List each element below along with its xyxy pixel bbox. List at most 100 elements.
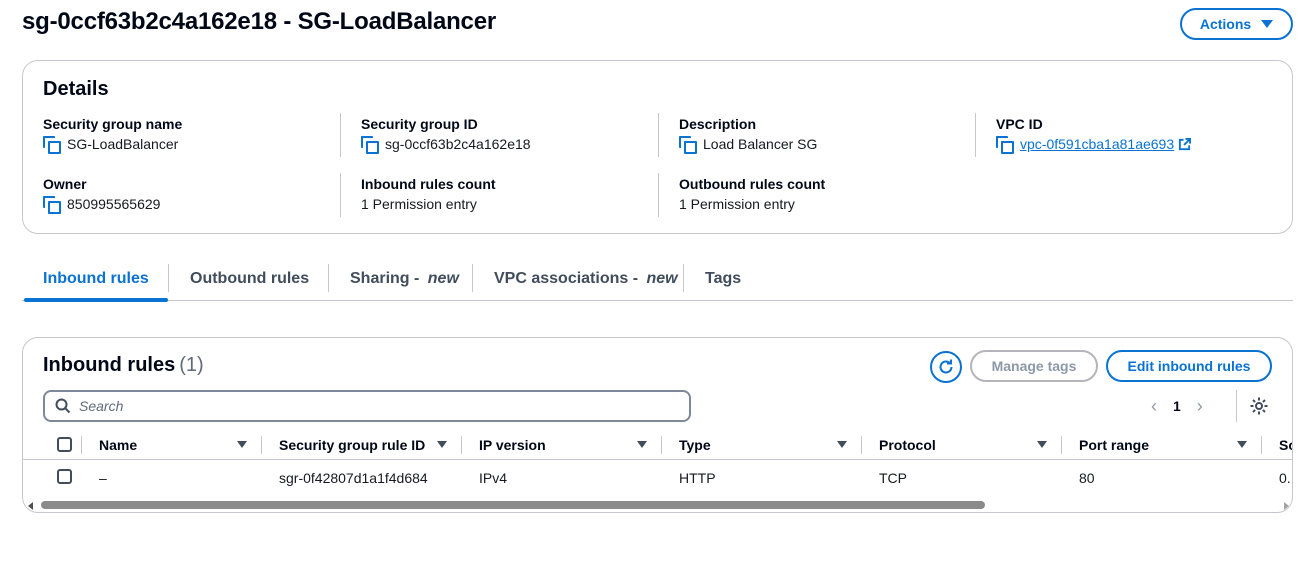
- sort-caret-icon[interactable]: [237, 441, 247, 448]
- copy-icon[interactable]: [43, 196, 61, 214]
- field-value: Load Balancer SG: [703, 136, 818, 152]
- scroll-right-icon[interactable]: [1284, 502, 1289, 510]
- column-separator: [1261, 436, 1262, 454]
- field-value: 1 Permission entry: [679, 196, 795, 212]
- field-inbound-count: Inbound rules count 1 Permission entry: [361, 175, 496, 213]
- tab-tags[interactable]: Tags: [705, 258, 741, 300]
- column-separator: [81, 436, 82, 454]
- field-label: VPC ID: [996, 116, 1043, 132]
- horizontal-scrollbar[interactable]: [23, 498, 1292, 512]
- tab-separator: [683, 264, 684, 292]
- field-value: 850995565629: [67, 196, 161, 212]
- field-label: Outbound rules count: [679, 176, 826, 192]
- field-value: sg-0ccf63b2c4a162e18: [385, 136, 531, 152]
- tab-bar: Inbound rules Outbound rules Sharing - n…: [22, 258, 1293, 302]
- cell-rule-id: sgr-0f42807d1a1f4d684: [279, 470, 428, 486]
- copy-icon[interactable]: [361, 136, 379, 154]
- chevron-right-icon[interactable]: ›: [1197, 396, 1203, 417]
- tab-sharing[interactable]: Sharing - new: [350, 258, 459, 300]
- column-header-rule-id[interactable]: Security group rule ID: [279, 436, 425, 454]
- tab-new-badge: new: [646, 270, 678, 287]
- cell-ip-version: IPv4: [479, 470, 508, 486]
- gear-icon[interactable]: [1249, 396, 1269, 416]
- tab-separator: [472, 264, 473, 292]
- table-row[interactable]: – sgr-0f42807d1a1f4d684 IPv4 HTTP TCP 80…: [23, 461, 1292, 492]
- details-heading: Details: [43, 78, 109, 100]
- refresh-icon: [939, 359, 953, 374]
- tab-inbound-rules[interactable]: Inbound rules: [24, 258, 168, 302]
- select-all-checkbox[interactable]: [57, 437, 72, 452]
- column-header-protocol[interactable]: Protocol: [879, 436, 936, 454]
- vpc-id-link[interactable]: vpc-0f591cba1a81ae693: [1020, 135, 1174, 153]
- page-number[interactable]: 1: [1173, 398, 1181, 414]
- tab-label: Inbound rules: [43, 270, 149, 287]
- field-label: Security group name: [43, 116, 183, 132]
- tab-label: VPC associations -: [494, 270, 643, 287]
- tab-label: Outbound rules: [190, 270, 310, 287]
- scrollbar-thumb[interactable]: [41, 501, 985, 509]
- divider: [340, 113, 341, 157]
- column-header-name[interactable]: Name: [99, 436, 137, 454]
- sort-caret-icon[interactable]: [1037, 441, 1047, 448]
- inbound-rules-count: (1): [179, 354, 204, 376]
- field-value: SG-LoadBalancer: [67, 136, 179, 152]
- cell-protocol: TCP: [879, 470, 907, 486]
- cell-port-range: 80: [1079, 470, 1095, 486]
- sort-caret-icon[interactable]: [837, 441, 847, 448]
- external-link-icon[interactable]: [1178, 137, 1192, 151]
- inbound-rules-title: Inbound rules: [43, 354, 176, 376]
- column-header-port-range[interactable]: Port range: [1079, 436, 1149, 454]
- refresh-button[interactable]: [930, 351, 962, 383]
- field-label: Description: [679, 116, 757, 132]
- column-header-type[interactable]: Type: [679, 436, 711, 454]
- row-checkbox[interactable]: [57, 469, 72, 484]
- tab-vpc-associations[interactable]: VPC associations - new: [494, 258, 678, 300]
- sort-caret-icon[interactable]: [637, 441, 647, 448]
- actions-button[interactable]: Actions: [1180, 8, 1293, 40]
- column-header-ip-version[interactable]: IP version: [479, 436, 546, 454]
- details-panel: Details Security group name SG-LoadBalan…: [22, 60, 1293, 234]
- field-value: 1 Permission entry: [361, 196, 477, 212]
- copy-icon[interactable]: [996, 136, 1014, 154]
- chevron-left-icon[interactable]: ‹: [1151, 396, 1157, 417]
- sort-caret-icon[interactable]: [437, 441, 447, 448]
- actions-label: Actions: [1199, 16, 1252, 32]
- field-owner: Owner 850995565629: [43, 175, 161, 214]
- divider: [1236, 390, 1237, 422]
- search-icon: [55, 398, 71, 414]
- field-label: Owner: [43, 176, 87, 192]
- column-header-source[interactable]: So: [1279, 436, 1292, 454]
- copy-icon[interactable]: [43, 136, 61, 154]
- search-input[interactable]: [79, 398, 659, 414]
- field-label: Inbound rules count: [361, 176, 496, 192]
- tab-outbound-rules[interactable]: Outbound rules: [190, 258, 309, 300]
- field-vpc-id: VPC ID vpc-0f591cba1a81ae693: [996, 115, 1192, 154]
- copy-icon[interactable]: [679, 136, 697, 154]
- tab-label: Tags: [705, 270, 742, 287]
- field-label: Security group ID: [361, 116, 478, 132]
- inbound-rules-panel: Inbound rules (1) Manage tags Edit inboun…: [22, 337, 1293, 513]
- caret-down-icon: [1261, 20, 1274, 28]
- sort-caret-icon[interactable]: [1237, 441, 1247, 448]
- tab-new-badge: new: [427, 270, 459, 287]
- page-title: sg-0ccf63b2c4a162e18 - SG-LoadBalancer: [22, 8, 496, 35]
- column-separator: [261, 436, 262, 454]
- search-field[interactable]: [43, 390, 691, 422]
- tab-separator: [168, 264, 169, 292]
- divider: [340, 173, 341, 217]
- edit-inbound-rules-button[interactable]: Edit inbound rules: [1106, 350, 1272, 382]
- field-outbound-count: Outbound rules count 1 Permission entry: [679, 175, 825, 213]
- field-sg-name: Security group name SG-LoadBalancer: [43, 115, 183, 154]
- table-header: Name Security group rule ID IP version T…: [23, 430, 1292, 460]
- pagination: ‹ 1 ›: [1151, 394, 1203, 418]
- field-description: Description Load Balancer SG: [679, 115, 818, 154]
- column-separator: [1061, 436, 1062, 454]
- manage-tags-button[interactable]: Manage tags: [970, 350, 1098, 382]
- scroll-left-icon[interactable]: [28, 502, 33, 510]
- column-separator: [861, 436, 862, 454]
- cell-name: –: [99, 470, 107, 486]
- divider: [658, 113, 659, 157]
- cell-type: HTTP: [679, 470, 716, 486]
- cell-source: 0.: [1279, 470, 1291, 486]
- divider: [658, 173, 659, 217]
